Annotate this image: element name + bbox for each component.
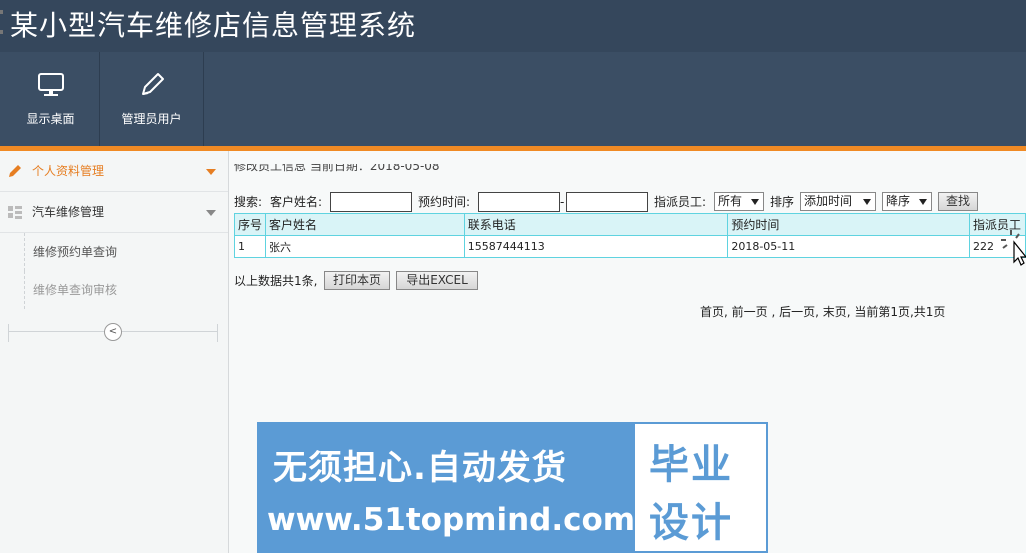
watermark-logo-line2: 设计 bbox=[649, 500, 733, 546]
reservation-time-label: 预约时间: bbox=[418, 195, 471, 209]
table-cell: 张六 bbox=[265, 235, 465, 258]
assigned-staff-value: 所有 bbox=[718, 194, 743, 208]
date-range-dash: - bbox=[560, 195, 565, 209]
sort-label: 排序 bbox=[770, 195, 795, 209]
sidebar-item-reservation-query[interactable]: 维修预约单查询 bbox=[0, 233, 228, 271]
sort-order-select[interactable]: 降序 bbox=[882, 192, 932, 211]
reservation-time-to-input[interactable] bbox=[566, 192, 648, 212]
admin-user-button[interactable]: 管理员用户 bbox=[100, 52, 204, 146]
reservation-time-from-input[interactable] bbox=[478, 192, 560, 212]
search-label: 搜索: bbox=[234, 195, 263, 209]
table-cell: 1 bbox=[233, 235, 267, 258]
watermark-left: 无须担心.自动发货 www.51topmind.com bbox=[257, 422, 636, 553]
chevron-down-icon bbox=[863, 199, 871, 205]
table-cell: 2018-05-11 bbox=[727, 235, 970, 258]
customer-name-input[interactable] bbox=[330, 192, 412, 212]
chevron-left-icon[interactable]: < bbox=[104, 323, 122, 341]
sort-order-value: 降序 bbox=[886, 194, 911, 208]
chevron-down-icon bbox=[751, 199, 759, 205]
sidebar-group-label: 个人资料管理 bbox=[32, 164, 105, 178]
assigned-staff-label: 指派员工: bbox=[654, 195, 707, 209]
sort-field-value: 添加时间 bbox=[804, 194, 853, 208]
nav-toolbar: 显示桌面 管理员用户 bbox=[0, 52, 1026, 146]
pagination[interactable]: 首页, 前一页 , 后一页, 末页, 当前第1页,共1页 bbox=[700, 303, 945, 320]
mouse-cursor-icon bbox=[1001, 230, 1026, 266]
watermark-banner: 无须担心.自动发货 www.51topmind.com 毕业 设计 bbox=[257, 422, 768, 553]
admin-user-label: 管理员用户 bbox=[121, 112, 182, 126]
top-header: 某小型汽车维修店信息管理系统 bbox=[0, 0, 1026, 52]
search-button[interactable]: 查找 bbox=[938, 192, 978, 211]
customer-name-label: 客户姓名: bbox=[270, 195, 323, 209]
record-count-text: 以上数据共1条, bbox=[234, 274, 318, 288]
sidebar-group-label: 汽车维修管理 bbox=[32, 205, 105, 219]
app-title: 某小型汽车维修店信息管理系统 bbox=[10, 9, 417, 42]
chevron-down-icon bbox=[919, 199, 927, 205]
show-desktop-label: 显示桌面 bbox=[26, 112, 75, 126]
sidebar-group-repair[interactable]: 汽车维修管理 bbox=[0, 192, 228, 233]
pencil-icon bbox=[9, 165, 21, 177]
export-excel-button[interactable]: 导出EXCEL bbox=[396, 271, 478, 290]
chevron-down-icon bbox=[206, 210, 216, 216]
divider-tick bbox=[8, 324, 9, 342]
watermark-logo-line1: 毕业 bbox=[649, 442, 733, 488]
table-row[interactable]: 1 张六 15587444113 2018-05-11 222 bbox=[233, 235, 1026, 258]
watermark-logo-box: 毕业 设计 bbox=[635, 424, 766, 551]
show-desktop-button[interactable]: 显示桌面 bbox=[2, 52, 100, 146]
monitor-icon bbox=[37, 73, 64, 96]
sidebar-group-profile[interactable]: 个人资料管理 bbox=[0, 151, 228, 192]
table-cell: 15587444113 bbox=[463, 235, 729, 258]
print-page-button[interactable]: 打印本页 bbox=[324, 271, 390, 290]
reservation-table: 序号 客户姓名 联系电话 预约时间 指派员工 1 张六 15587444113 … bbox=[233, 213, 1026, 258]
column-header: 序号 bbox=[233, 213, 267, 236]
grid-icon bbox=[8, 206, 22, 219]
divider-tick bbox=[217, 324, 218, 342]
watermark-url: www.51topmind.com bbox=[267, 502, 636, 538]
column-header: 联系电话 bbox=[463, 213, 729, 236]
sort-field-select[interactable]: 添加时间 bbox=[800, 192, 876, 211]
chevron-down-icon bbox=[206, 169, 216, 175]
page-heading: 修改员工信息 当前日期：2018-05-08 bbox=[234, 164, 440, 172]
column-header: 预约时间 bbox=[727, 213, 970, 236]
pencil-icon bbox=[141, 73, 164, 95]
sidebar: 个人资料管理 汽车维修管理 维修预约单查询 维修单查询审核 < bbox=[0, 151, 229, 553]
assigned-staff-select[interactable]: 所有 bbox=[714, 192, 764, 211]
window-edge-marks bbox=[0, 10, 3, 34]
sidebar-item-repair-audit[interactable]: 维修单查询审核 bbox=[0, 271, 228, 309]
column-header: 客户姓名 bbox=[265, 213, 465, 236]
watermark-slogan: 无须担心.自动发货 bbox=[273, 448, 567, 488]
table-header-row: 序号 客户姓名 联系电话 预约时间 指派员工 bbox=[233, 213, 1026, 236]
